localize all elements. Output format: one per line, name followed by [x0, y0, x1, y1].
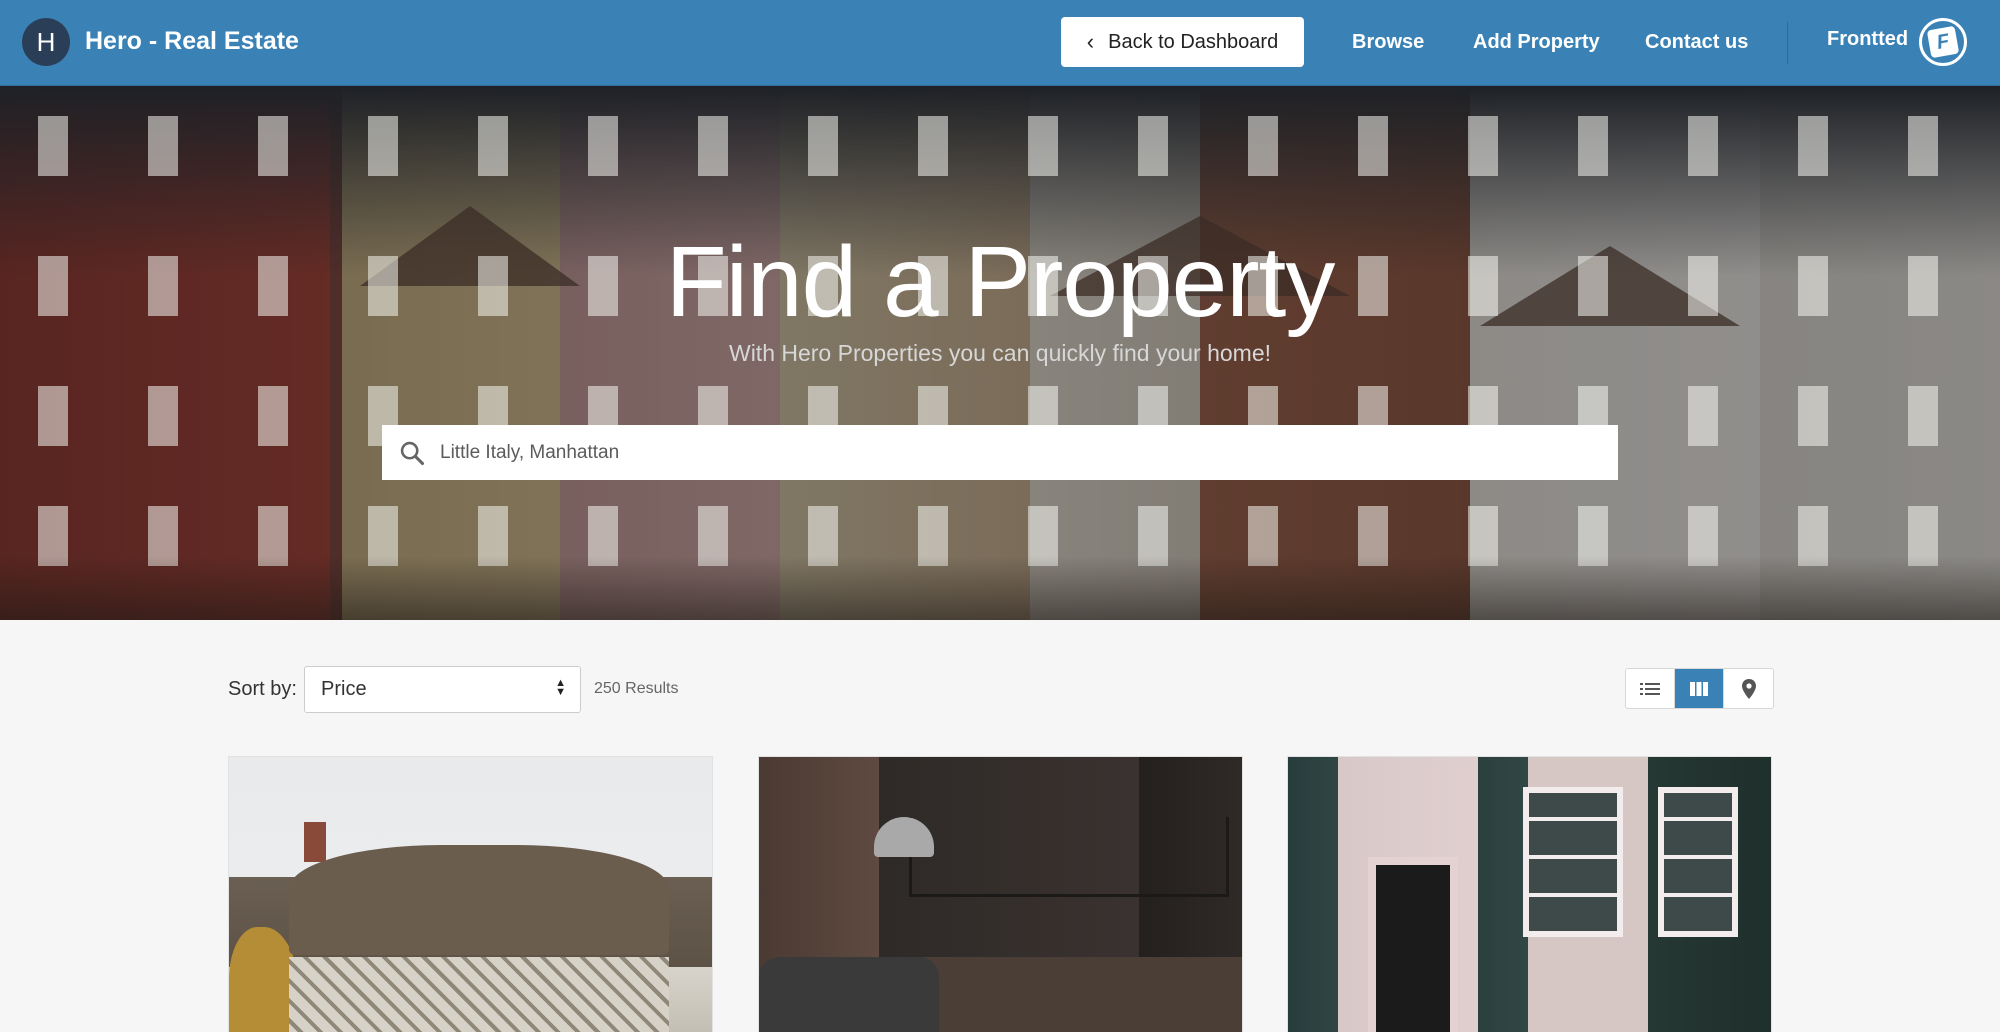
select-arrows-icon: ▲ ▼	[555, 677, 566, 698]
nav-browse[interactable]: Browse	[1352, 31, 1424, 54]
card-photo-detail	[759, 957, 939, 1032]
grid-view-button[interactable]	[1675, 669, 1724, 708]
property-card[interactable]	[1287, 756, 1772, 1032]
columns-icon	[1690, 681, 1708, 696]
chevron-left-icon: ‹	[1086, 29, 1095, 54]
hero-bottom-shade	[0, 556, 2000, 620]
view-toggle-group	[1625, 668, 1774, 709]
search-input[interactable]	[440, 441, 1540, 464]
card-photo-detail	[304, 822, 326, 862]
top-navbar: H Hero - Real Estate ‹ Back to Dashboard…	[0, 0, 2000, 86]
brand-avatar[interactable]: H	[22, 18, 70, 66]
card-photo-detail	[909, 817, 1229, 897]
sort-select-value: Price	[321, 678, 367, 700]
card-photo-detail	[1368, 857, 1458, 1032]
sort-select[interactable]: Price ▲ ▼	[304, 666, 581, 713]
hero-windows	[0, 116, 2000, 176]
property-card[interactable]	[228, 756, 713, 1032]
nav-divider	[1787, 22, 1788, 64]
card-photo-detail	[289, 845, 669, 955]
card-photo-detail	[289, 957, 669, 1032]
hero-title: Find a Property	[665, 226, 1336, 338]
search-bar[interactable]	[382, 425, 1618, 480]
nav-contact-us[interactable]: Contact us	[1645, 31, 1748, 54]
user-name[interactable]: Frontted	[1827, 28, 1908, 51]
card-photo-detail	[1658, 787, 1738, 937]
results-count: 250 Results	[594, 680, 679, 697]
user-avatar[interactable]: F	[1919, 18, 1967, 66]
brand-name[interactable]: Hero - Real Estate	[85, 27, 299, 56]
map-view-button[interactable]	[1724, 669, 1773, 708]
search-icon	[400, 441, 425, 465]
hero-subtitle: With Hero Properties you can quickly fin…	[728, 340, 1272, 366]
nav-add-property[interactable]: Add Property	[1473, 31, 1600, 54]
list-icon	[1640, 682, 1660, 695]
property-card[interactable]	[758, 756, 1243, 1032]
card-photo-detail	[1523, 787, 1623, 937]
back-to-dashboard-label: Back to Dashboard	[1108, 30, 1279, 53]
user-logo-icon: F	[1926, 25, 1960, 59]
sort-label: Sort by:	[228, 678, 297, 700]
map-pin-icon	[1741, 678, 1756, 699]
list-view-button[interactable]	[1626, 669, 1675, 708]
back-to-dashboard-button[interactable]: ‹ Back to Dashboard	[1061, 17, 1304, 67]
